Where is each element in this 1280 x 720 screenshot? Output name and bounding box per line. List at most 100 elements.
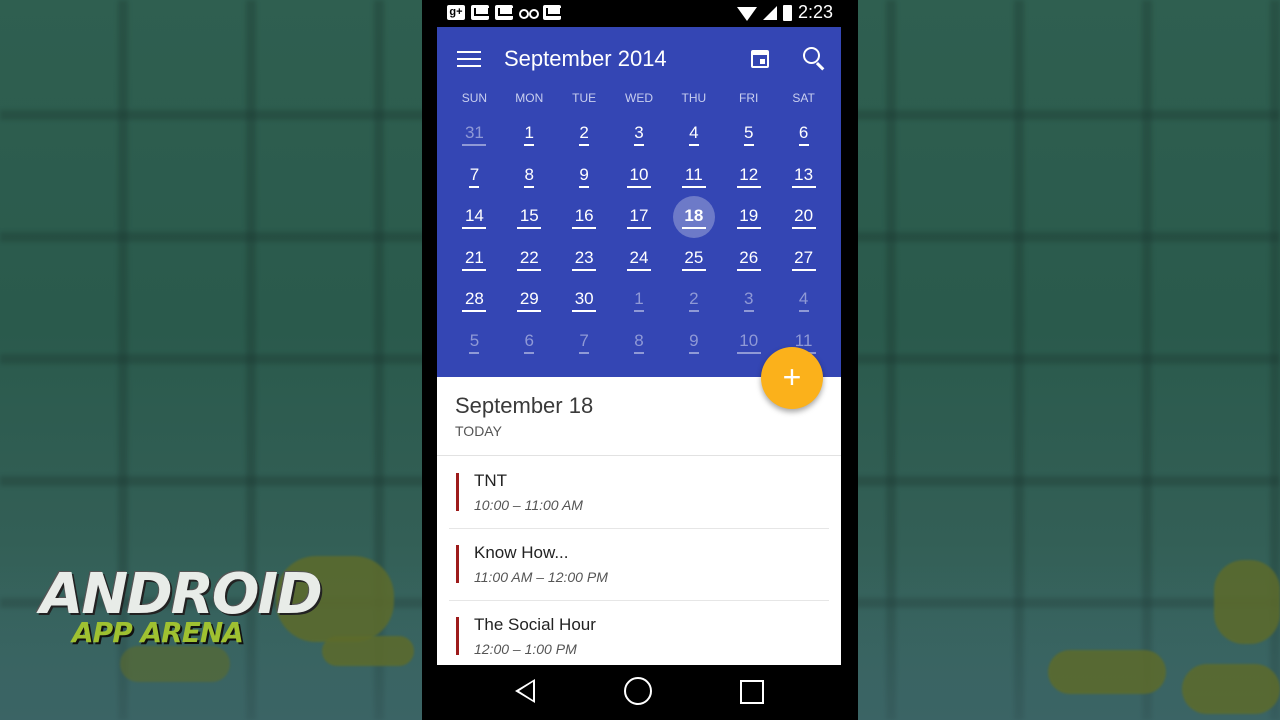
day-event-indicator [736,351,761,354]
day-cell[interactable]: 17 [612,196,667,238]
day-cell[interactable]: 19 [721,196,776,238]
day-cell[interactable]: 30 [557,279,612,321]
event-item[interactable]: TNT 10:00 – 11:00 AM [449,457,829,529]
day-event-indicator [688,144,699,146]
day-cell[interactable]: 2 [666,279,721,321]
event-time: 10:00 – 11:00 AM [474,497,583,513]
day-event-indicator [634,310,644,313]
day-number: 6 [798,123,809,142]
day-cell[interactable]: 4 [666,113,721,155]
day-event-indicator [736,185,761,188]
week-row: 21 22 23 24 25 26 27 [447,238,831,280]
day-cell[interactable]: 6 [502,321,557,363]
recent-apps-icon[interactable] [740,680,764,704]
background-capsule [1214,560,1280,644]
day-cell[interactable]: 21 [447,238,502,280]
day-event-indicator [798,144,809,146]
day-cell[interactable]: 14 [447,196,502,238]
day-cell[interactable]: 24 [612,238,667,280]
day-number: 19 [739,206,759,226]
event-item[interactable]: The Social Hour 12:00 – 1:00 PM [449,601,829,665]
background-capsule [1048,650,1166,694]
day-event-indicator [462,268,487,271]
day-event-indicator [681,185,706,188]
event-title: The Social Hour [474,615,596,634]
day-event-indicator [627,268,651,271]
day-number: 26 [739,247,759,267]
selected-day-header: September 18 TODAY [455,393,593,439]
day-event-indicator [524,144,535,146]
day-cell[interactable]: 8 [502,155,557,197]
add-event-button[interactable]: + [761,347,823,409]
day-cell[interactable]: 16 [557,196,612,238]
search-icon[interactable] [803,47,825,69]
day-cell[interactable]: 3 [721,279,776,321]
day-cell[interactable]: 1 [612,279,667,321]
day-cell[interactable]: 15 [502,196,557,238]
day-number: 25 [684,247,704,267]
status-bar: g+ 2:23 [437,0,841,27]
day-event-indicator [736,268,761,271]
day-cell[interactable]: 5 [447,321,502,363]
day-number: 9 [689,330,699,350]
day-cell[interactable]: 9 [557,155,612,197]
calendar-screen: September 2014 SUN MON TUE WED THU FRI S… [437,27,841,665]
event-time: 11:00 AM – 12:00 PM [474,569,608,585]
day-cell[interactable]: 20 [776,196,831,238]
day-cell[interactable]: 2 [557,113,612,155]
day-event-indicator [791,185,816,188]
day-cell-today[interactable]: 18 [666,196,721,238]
day-event-indicator [743,144,754,146]
day-cell[interactable]: 5 [721,113,776,155]
month-header: September 2014 SUN MON TUE WED THU FRI S… [437,27,841,377]
day-cell[interactable]: 31 [447,113,502,155]
day-cell[interactable]: 27 [776,238,831,280]
day-cell[interactable]: 7 [447,155,502,197]
day-cell[interactable]: 29 [502,279,557,321]
day-cell[interactable]: 13 [776,155,831,197]
day-cell[interactable]: 4 [776,279,831,321]
day-cell[interactable]: 6 [776,113,831,155]
day-number: 10 [739,330,759,350]
day-cell[interactable]: 8 [612,321,667,363]
day-event-indicator [579,185,590,188]
day-cell[interactable]: 23 [557,238,612,280]
day-number: 18 [684,206,704,226]
month-title[interactable]: September 2014 [504,46,667,72]
toolbar: September 2014 [437,27,841,91]
weekday-label: SAT [792,91,815,105]
day-number: 29 [519,289,539,309]
status-time: 2:23 [797,2,833,22]
battery-icon [782,4,792,21]
day-cell[interactable]: 26 [721,238,776,280]
day-event-indicator [524,185,535,188]
day-cell[interactable]: 28 [447,279,502,321]
hamburger-menu-icon[interactable] [457,51,481,69]
day-cell[interactable]: 25 [666,238,721,280]
day-number: 1 [634,289,644,309]
selected-date: September 18 [455,393,594,418]
back-icon[interactable] [515,679,535,703]
day-cell[interactable]: 12 [721,155,776,197]
gmail-icon [495,5,513,20]
home-icon[interactable] [624,677,652,705]
day-cell[interactable]: 3 [612,113,667,155]
day-number: 24 [629,247,649,267]
day-cell[interactable]: 7 [557,321,612,363]
event-color-stripe [456,617,459,655]
day-cell[interactable]: 9 [666,321,721,363]
day-number: 8 [634,330,644,350]
event-title: Know How... [474,543,569,562]
day-number: 9 [579,164,589,184]
day-number: 12 [739,164,759,184]
day-number: 27 [794,247,814,267]
day-event-indicator [469,185,480,188]
day-cell[interactable]: 22 [502,238,557,280]
day-number: 3 [634,123,644,142]
day-cell[interactable]: 1 [502,113,557,155]
day-cell[interactable]: 10 [612,155,667,197]
calendar-today-icon[interactable] [751,50,769,68]
day-number: 5 [743,123,754,142]
day-cell[interactable]: 11 [666,155,721,197]
event-item[interactable]: Know How... 11:00 AM – 12:00 PM [449,529,829,601]
